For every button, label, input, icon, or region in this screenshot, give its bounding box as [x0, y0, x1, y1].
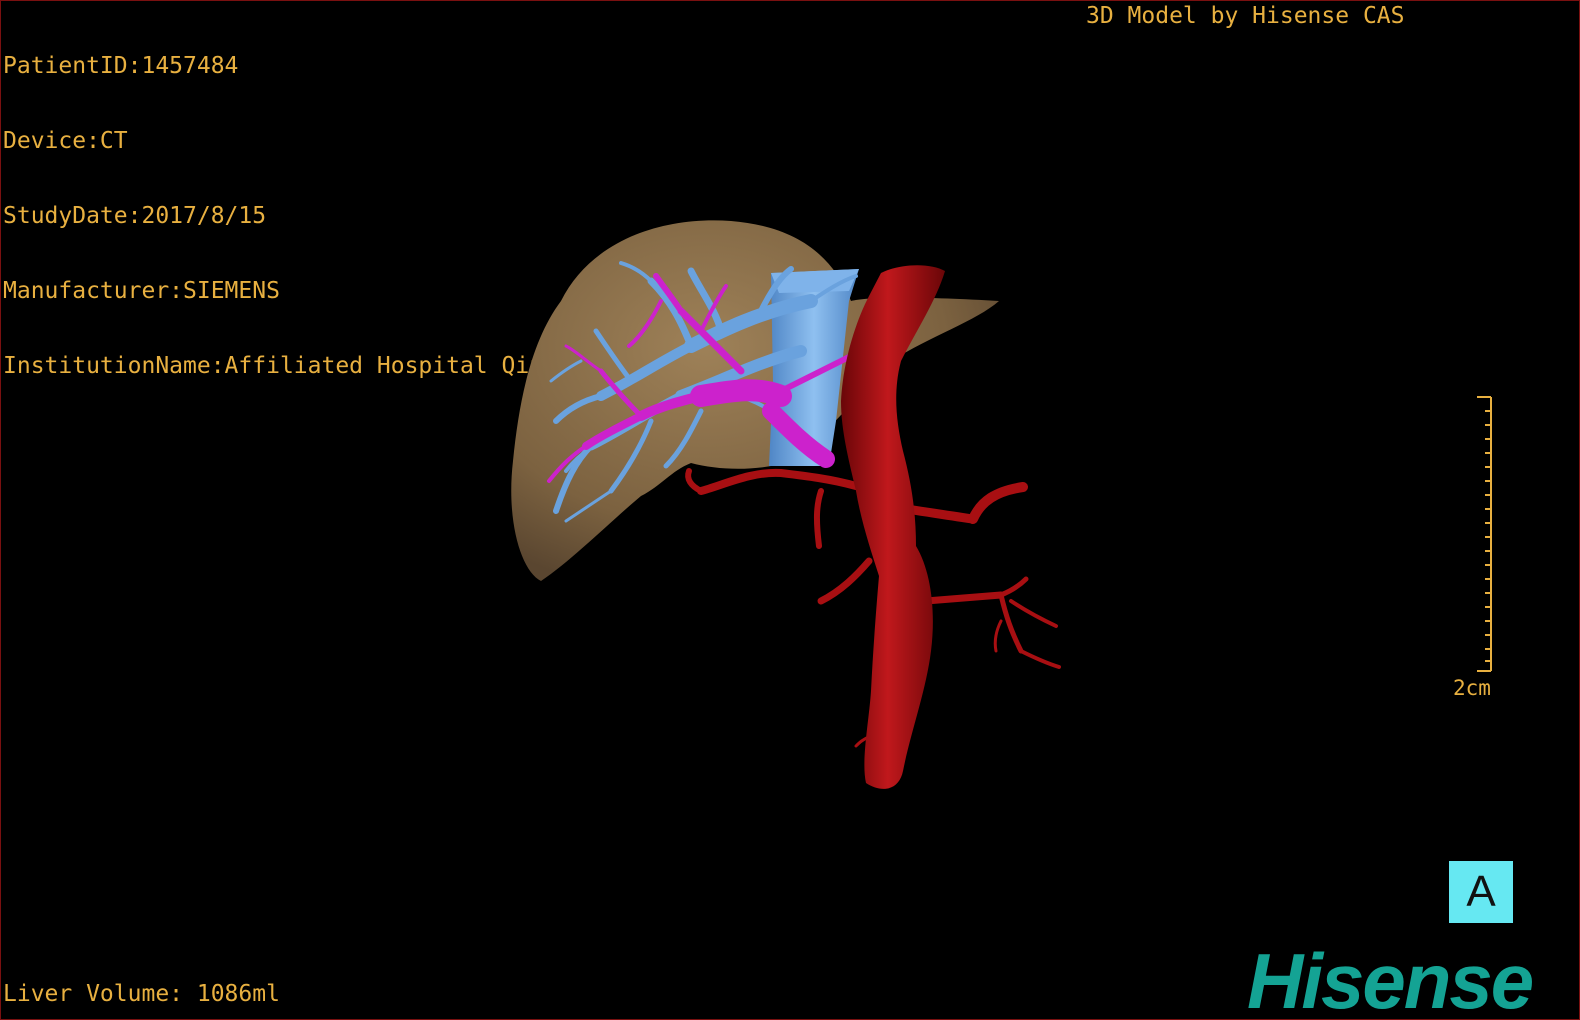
scale-bar-label: 2cm	[1453, 676, 1491, 700]
3d-viewport[interactable]: PatientID:1457484 Device:CT StudyDate:20…	[0, 0, 1580, 1020]
aorta	[841, 265, 945, 789]
liver-volume-label: Liver Volume: 1086ml	[3, 981, 280, 1007]
orientation-cube[interactable]: A	[1449, 861, 1513, 923]
hisense-logo: Hisense	[1247, 937, 1534, 1020]
scale-bar	[1477, 396, 1492, 672]
liver-3d-model[interactable]	[1, 1, 1579, 1019]
